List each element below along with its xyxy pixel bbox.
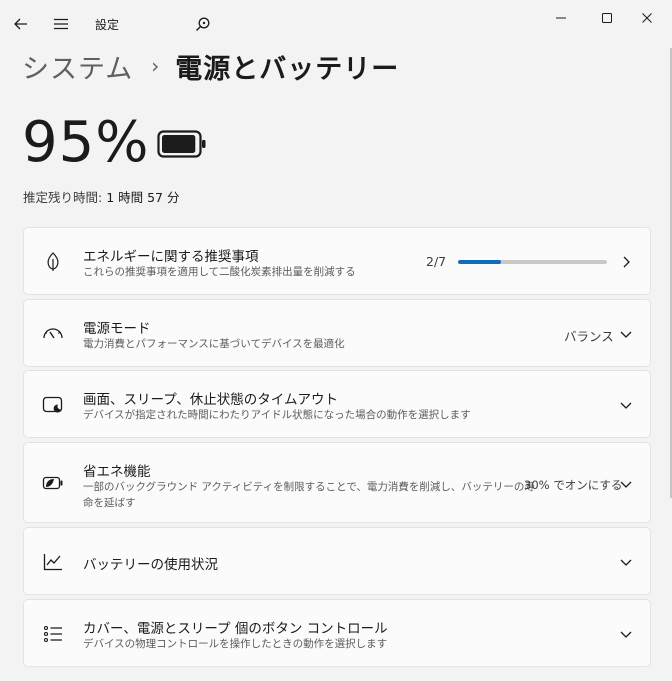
battery-icon [157, 130, 207, 162]
app-title: 設定 [95, 18, 120, 32]
card-subtitle-line1: 一部のバックグラウンド アクティビティを制限することで、電力消費を削減し、バッテ… [83, 481, 535, 493]
estimate-value: 1 時間 57 分 [106, 190, 180, 205]
title-bar: 設定 [0, 0, 672, 48]
chevron-down-icon[interactable] [618, 554, 634, 570]
back-arrow-icon[interactable] [9, 14, 33, 34]
card-subtitle: 電力消費とパフォーマンスに基づいてデバイスを最適化 [83, 338, 345, 350]
battery-usage-card[interactable]: バッテリーの使用状況 [23, 527, 651, 595]
page-title: 電源とバッテリー [175, 53, 400, 85]
card-title: 省エネ機能 [83, 464, 151, 480]
card-title: エネルギーに関する推奨事項 [83, 249, 259, 265]
leaf-icon [41, 250, 65, 274]
battery-saver-card[interactable]: 省エネ機能 一部のバックグラウンド アクティビティを制限することで、電力消費を削… [23, 442, 651, 523]
chevron-down-icon[interactable] [618, 626, 634, 642]
card-subtitle: デバイスの物理コントロールを操作したときの動作を選択します [83, 638, 388, 650]
gauge-icon [41, 322, 65, 346]
close-icon[interactable] [624, 6, 670, 30]
list-icon [41, 622, 65, 646]
chart-line-icon [41, 550, 65, 574]
energy-recommendations-card[interactable]: エネルギーに関する推奨事項 これらの推奨事項を適用して二酸化炭素排出量を削減する… [23, 227, 651, 295]
chevron-right-icon[interactable] [618, 254, 634, 270]
chevron-down-icon[interactable] [618, 476, 634, 492]
breadcrumb-separator: › [151, 54, 160, 78]
card-subtitle: これらの推奨事項を適用して二酸化炭素排出量を削減する [83, 266, 356, 278]
screen-sleep-icon [41, 393, 65, 417]
chevron-down-icon[interactable] [618, 397, 634, 413]
card-title: 電源モード [83, 321, 151, 337]
power-mode-card[interactable]: 電源モード 電力消費とパフォーマンスに基づいてデバイスを最適化 バランス [23, 299, 651, 367]
lid-power-buttons-card[interactable]: カバー、電源とスリープ 個のボタン コントロール デバイスの物理コントロールを操… [23, 599, 651, 667]
card-title: バッテリーの使用状況 [83, 557, 218, 573]
battery-estimate: 推定残り時間: 1 時間 57 分 [23, 187, 179, 206]
search-icon[interactable] [192, 13, 214, 35]
progress-fill [458, 260, 501, 264]
card-title: 画面、スリープ、休止状態のタイムアウト [83, 392, 339, 408]
estimate-label: 推定残り時間: [23, 190, 103, 205]
battery-saver-icon [41, 471, 65, 495]
card-title: カバー、電源とスリープ 個のボタン コントロール [83, 621, 388, 637]
breadcrumb: システム › 電源とバッテリー [22, 46, 399, 86]
card-subtitle: デバイスが指定された時間にわたりアイドル状態になった場合の動作を選択します [83, 409, 471, 421]
chevron-down-icon[interactable] [618, 326, 634, 342]
card-subtitle-line2: 命を延ばす [83, 497, 136, 509]
breadcrumb-parent[interactable]: システム [22, 47, 133, 86]
progress-text: 2/7 [426, 254, 447, 269]
progress-bar [458, 260, 607, 264]
screen-sleep-timeout-card[interactable]: 画面、スリープ、休止状態のタイムアウト デバイスが指定された時間にわたりアイドル… [23, 370, 651, 438]
minimize-icon[interactable] [538, 6, 584, 30]
power-mode-value[interactable]: バランス [564, 326, 614, 345]
hamburger-menu-icon[interactable] [49, 14, 73, 34]
battery-percentage: 95% [22, 110, 150, 175]
battery-saver-value: 30% でオンにする [524, 478, 623, 492]
